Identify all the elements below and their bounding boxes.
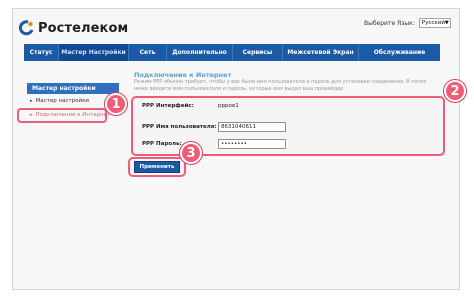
sidebar-item-label: Мастер настройки <box>35 98 90 104</box>
main-nav: Статус Мастер Настройки Сеть Дополнитель… <box>24 44 440 61</box>
step-badge-3: 3 <box>180 142 202 164</box>
language-value: Русский <box>421 20 445 26</box>
page-title: Подключение к Интернет <box>134 71 232 79</box>
ppp-password-label: PPP Пароль: <box>142 141 182 147</box>
nav-network[interactable]: Сеть <box>129 44 167 61</box>
language-select[interactable]: Русский ▼ <box>418 18 451 28</box>
logo-mark-icon <box>18 20 34 36</box>
ppp-password-field[interactable]: •••••••• <box>218 139 286 149</box>
nav-services[interactable]: Сервисы <box>233 44 283 61</box>
nav-status[interactable]: Статус <box>24 44 59 61</box>
rostelecom-logo: Ростелеком <box>18 20 128 36</box>
ppp-username-field[interactable]: 8631040611 <box>218 122 286 132</box>
nav-maintenance[interactable]: Обслуживание <box>359 44 440 61</box>
language-selector: Выберите Язык: Русский ▼ <box>364 18 451 28</box>
nav-setup-wizard[interactable]: Мастер Настройки <box>59 44 129 61</box>
ppp-interface-value: pppoe1 <box>218 103 239 109</box>
page-description: Режим PPP обычно требует, чтобы у вас бы… <box>134 79 427 92</box>
sidebar-item-wizard[interactable]: ▸ Мастер настройки <box>30 96 89 106</box>
language-label: Выберите Язык: <box>364 19 415 27</box>
step-badge-2: 2 <box>444 80 466 102</box>
nav-firewall[interactable]: Межсетевой Экран <box>283 44 359 61</box>
logo-text: Ростелеком <box>38 20 129 36</box>
ppp-username-label: PPP Имя пользователя: <box>142 124 217 130</box>
apply-button[interactable]: Применить <box>134 161 180 173</box>
sidebar-title: Мастер настройки <box>27 83 119 94</box>
step-badge-1: 1 <box>105 93 127 115</box>
ppp-interface-label: PPP Интерфейс: <box>142 103 194 109</box>
nav-advanced[interactable]: Дополнительно <box>167 44 233 61</box>
chevron-down-icon: ▼ <box>444 20 449 26</box>
sidebar-highlight-frame <box>17 108 107 123</box>
triangle-right-icon: ▸ <box>30 98 33 104</box>
